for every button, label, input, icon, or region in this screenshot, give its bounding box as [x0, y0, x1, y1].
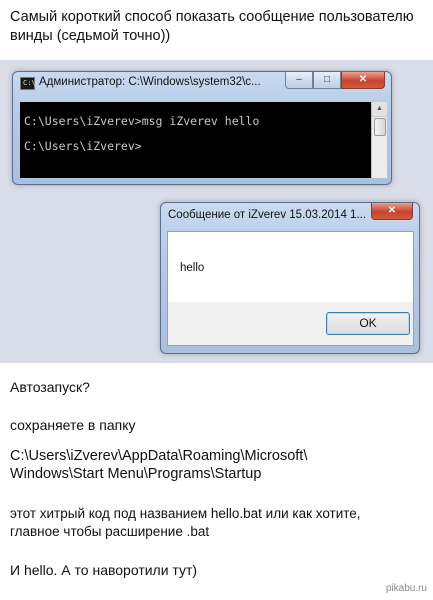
dialog-body: hello — [167, 231, 414, 303]
close-button[interactable]: ✕ — [341, 72, 385, 89]
cmd-titlebar[interactable]: C:\ Администратор: C:\Windows\system32\c… — [13, 72, 391, 94]
top-caption: Самый короткий способ показать сообщение… — [10, 9, 414, 44]
console-line: C:\Users\iZverev>msg iZverev hello — [24, 114, 260, 128]
autostart-question: Автозапуск? — [10, 379, 90, 395]
vertical-scrollbar[interactable]: ▲ — [371, 102, 387, 178]
scroll-thumb[interactable] — [374, 118, 386, 136]
message-dialog[interactable]: Сообщение от iZverev 15.03.2014 1... ✕ h… — [160, 202, 420, 354]
code-description-line1: этот хитрый код под названием hello.bat … — [10, 506, 361, 521]
startup-path-line2: Windows\Start Menu\Programs\Startup — [10, 466, 262, 482]
dialog-title: Сообщение от iZverev 15.03.2014 1... — [168, 209, 367, 221]
dialog-close-button[interactable]: ✕ — [371, 203, 413, 220]
cmd-title: Администратор: C:\Windows\system32\c... — [39, 76, 261, 88]
ok-button[interactable]: OK — [326, 312, 410, 335]
final-remark: И hello. А то наворотили тут) — [10, 562, 198, 578]
scroll-up-icon[interactable]: ▲ — [372, 102, 387, 117]
minimize-button[interactable]: – — [285, 72, 313, 89]
dialog-footer: OK — [167, 302, 414, 346]
code-description-line2: главное чтобы расширение .bat — [10, 524, 210, 539]
maximize-button[interactable]: □ — [313, 72, 341, 89]
save-instruction: сохраняете в папку — [10, 417, 136, 433]
console-output[interactable]: C:\Users\iZverev>msg iZverev hello C:\Us… — [20, 102, 371, 178]
cmd-window[interactable]: C:\ Администратор: C:\Windows\system32\c… — [12, 71, 392, 185]
startup-path-line1: C:\Users\iZverev\AppData\Roaming\Microso… — [10, 448, 308, 464]
console-line: C:\Users\iZverev> — [24, 139, 142, 153]
dialog-message: hello — [180, 262, 205, 274]
cmd-icon: C:\ — [20, 77, 36, 90]
site-watermark: pikabu.ru — [385, 583, 427, 594]
dialog-titlebar[interactable]: Сообщение от iZverev 15.03.2014 1... ✕ — [161, 203, 419, 225]
